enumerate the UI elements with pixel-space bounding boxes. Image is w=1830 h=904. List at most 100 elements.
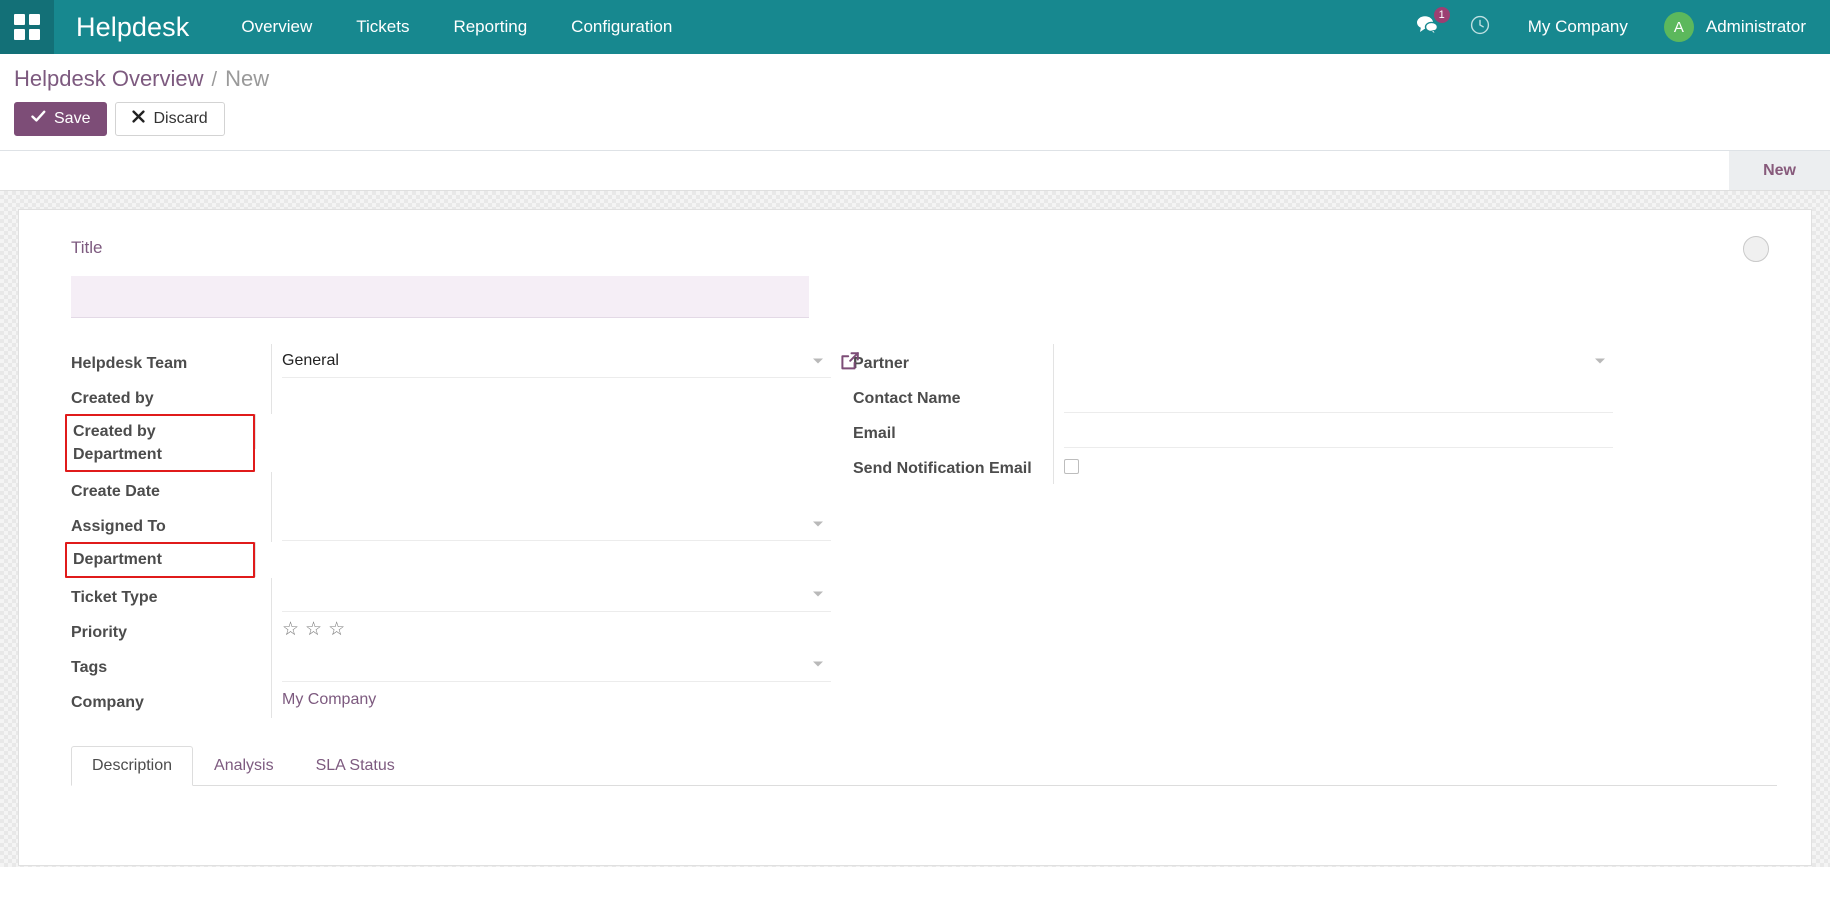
company-switcher[interactable]: My Company (1506, 17, 1650, 37)
field-value-contact-name (1053, 379, 1613, 414)
field-email: Email (853, 414, 1613, 449)
priority-star-group: ☆ ☆ ☆ (282, 620, 345, 639)
helpdesk-team-value: General (282, 352, 339, 370)
left-field-column: Helpdesk Team General (71, 344, 831, 718)
apps-menu-button[interactable] (0, 0, 54, 54)
menu-item-overview[interactable]: Overview (219, 0, 334, 54)
field-label-priority: Priority (71, 613, 271, 644)
email-input[interactable] (1064, 414, 1613, 448)
company-value[interactable]: My Company (282, 691, 376, 709)
field-label-contact-name: Contact Name (853, 379, 1053, 410)
company-input[interactable]: My Company (282, 683, 831, 717)
assigned-to-input[interactable] (282, 507, 831, 541)
discard-button[interactable]: Discard (115, 102, 224, 136)
tab-analysis[interactable]: Analysis (193, 746, 295, 786)
star-icon[interactable]: ☆ (305, 620, 322, 639)
chevron-down-icon[interactable] (813, 592, 823, 597)
field-value-tags (271, 648, 831, 683)
field-create-date: Create Date (71, 472, 831, 507)
star-icon[interactable]: ☆ (282, 620, 299, 639)
field-created-by-department: Created by Department (71, 414, 831, 472)
chevron-down-icon[interactable] (813, 662, 823, 667)
chevron-down-icon[interactable] (813, 521, 823, 526)
menu-item-configuration[interactable]: Configuration (549, 0, 694, 54)
top-navbar: Helpdesk Overview Tickets Reporting Conf… (0, 0, 1830, 54)
breadcrumb-separator: / (204, 69, 226, 92)
tab-description[interactable]: Description (71, 746, 193, 786)
field-company: Company My Company (71, 683, 831, 718)
field-partner: Partner (853, 344, 1613, 379)
form-sheet: Title Helpdesk Team General (18, 209, 1812, 866)
statusbar: New (0, 151, 1830, 191)
star-icon[interactable]: ☆ (328, 620, 345, 639)
field-priority: Priority ☆ ☆ ☆ (71, 613, 831, 648)
field-label-created-by: Created by (71, 379, 271, 410)
created-by-department-input[interactable] (266, 414, 831, 448)
tab-sla-status[interactable]: SLA Status (295, 746, 416, 786)
field-value-assigned-to (271, 507, 831, 542)
control-panel: Helpdesk Overview / New Save Discard (0, 54, 1830, 151)
user-name: Administrator (1706, 17, 1806, 37)
save-button-label: Save (54, 110, 90, 128)
field-label-company: Company (71, 683, 271, 714)
breadcrumb: Helpdesk Overview / New (0, 54, 1830, 92)
chevron-down-icon[interactable] (1595, 359, 1605, 364)
field-value-priority: ☆ ☆ ☆ (271, 613, 831, 648)
status-badge-new[interactable]: New (1729, 151, 1830, 190)
ticket-type-input[interactable] (282, 578, 831, 612)
form-background: New Title Helpdesk Team General (0, 151, 1830, 867)
field-assigned-to: Assigned To (71, 507, 831, 542)
field-ticket-type: Ticket Type (71, 578, 831, 613)
send-notification-email-checkbox[interactable] (1064, 459, 1079, 474)
title-input[interactable] (71, 276, 809, 318)
user-menu[interactable]: A Administrator (1650, 12, 1816, 42)
priority-stars[interactable]: ☆ ☆ ☆ (282, 613, 831, 647)
field-label-tags: Tags (71, 648, 271, 679)
helpdesk-team-input[interactable]: General (282, 344, 831, 378)
field-label-ticket-type: Ticket Type (71, 578, 271, 609)
close-icon (132, 110, 145, 128)
field-contact-name: Contact Name (853, 379, 1613, 414)
breadcrumb-current: New (225, 66, 269, 92)
external-link-icon[interactable] (839, 350, 861, 372)
field-helpdesk-team: Helpdesk Team General (71, 344, 831, 379)
field-value-helpdesk-team: General (271, 344, 831, 379)
field-label-partner: Partner (853, 344, 1053, 375)
breadcrumb-root[interactable]: Helpdesk Overview (14, 66, 204, 92)
field-value-created-by-department (255, 414, 831, 449)
send-notification-email-row (1064, 449, 1613, 483)
right-field-column: Partner Contact Name (853, 344, 1613, 718)
field-department: Department (71, 542, 831, 577)
avatar-placeholder-icon (1743, 236, 1769, 262)
contact-name-input[interactable] (1064, 379, 1613, 413)
brand-title[interactable]: Helpdesk (54, 12, 219, 43)
field-value-create-date (271, 472, 831, 507)
messages-button[interactable]: 1 (1400, 15, 1454, 40)
messages-badge: 1 (1434, 7, 1450, 23)
field-label-assigned-to: Assigned To (71, 507, 271, 538)
activities-button[interactable] (1454, 15, 1506, 40)
apps-grid-icon (14, 14, 40, 40)
field-created-by: Created by (71, 379, 831, 414)
field-value-send-notification-email (1053, 449, 1613, 484)
notebook-tabs: Description Analysis SLA Status (71, 746, 1777, 786)
field-value-created-by (271, 379, 831, 414)
field-label-helpdesk-team: Helpdesk Team (71, 344, 271, 375)
partner-input[interactable] (1064, 344, 1613, 378)
clock-icon (1470, 15, 1490, 40)
create-date-input[interactable] (282, 472, 831, 506)
field-label-email: Email (853, 414, 1053, 445)
avatar: A (1664, 12, 1694, 42)
created-by-input[interactable] (282, 379, 831, 413)
chevron-down-icon[interactable] (813, 358, 823, 363)
field-value-email (1053, 414, 1613, 449)
discard-button-label: Discard (153, 110, 207, 128)
menu-item-reporting[interactable]: Reporting (431, 0, 549, 54)
save-button[interactable]: Save (14, 102, 107, 136)
messages-icon: 1 (1416, 15, 1438, 40)
menu-item-tickets[interactable]: Tickets (334, 0, 431, 54)
department-input[interactable] (266, 542, 831, 576)
check-icon (31, 110, 46, 128)
title-label: Title (53, 234, 1777, 262)
tags-input[interactable] (282, 648, 831, 682)
